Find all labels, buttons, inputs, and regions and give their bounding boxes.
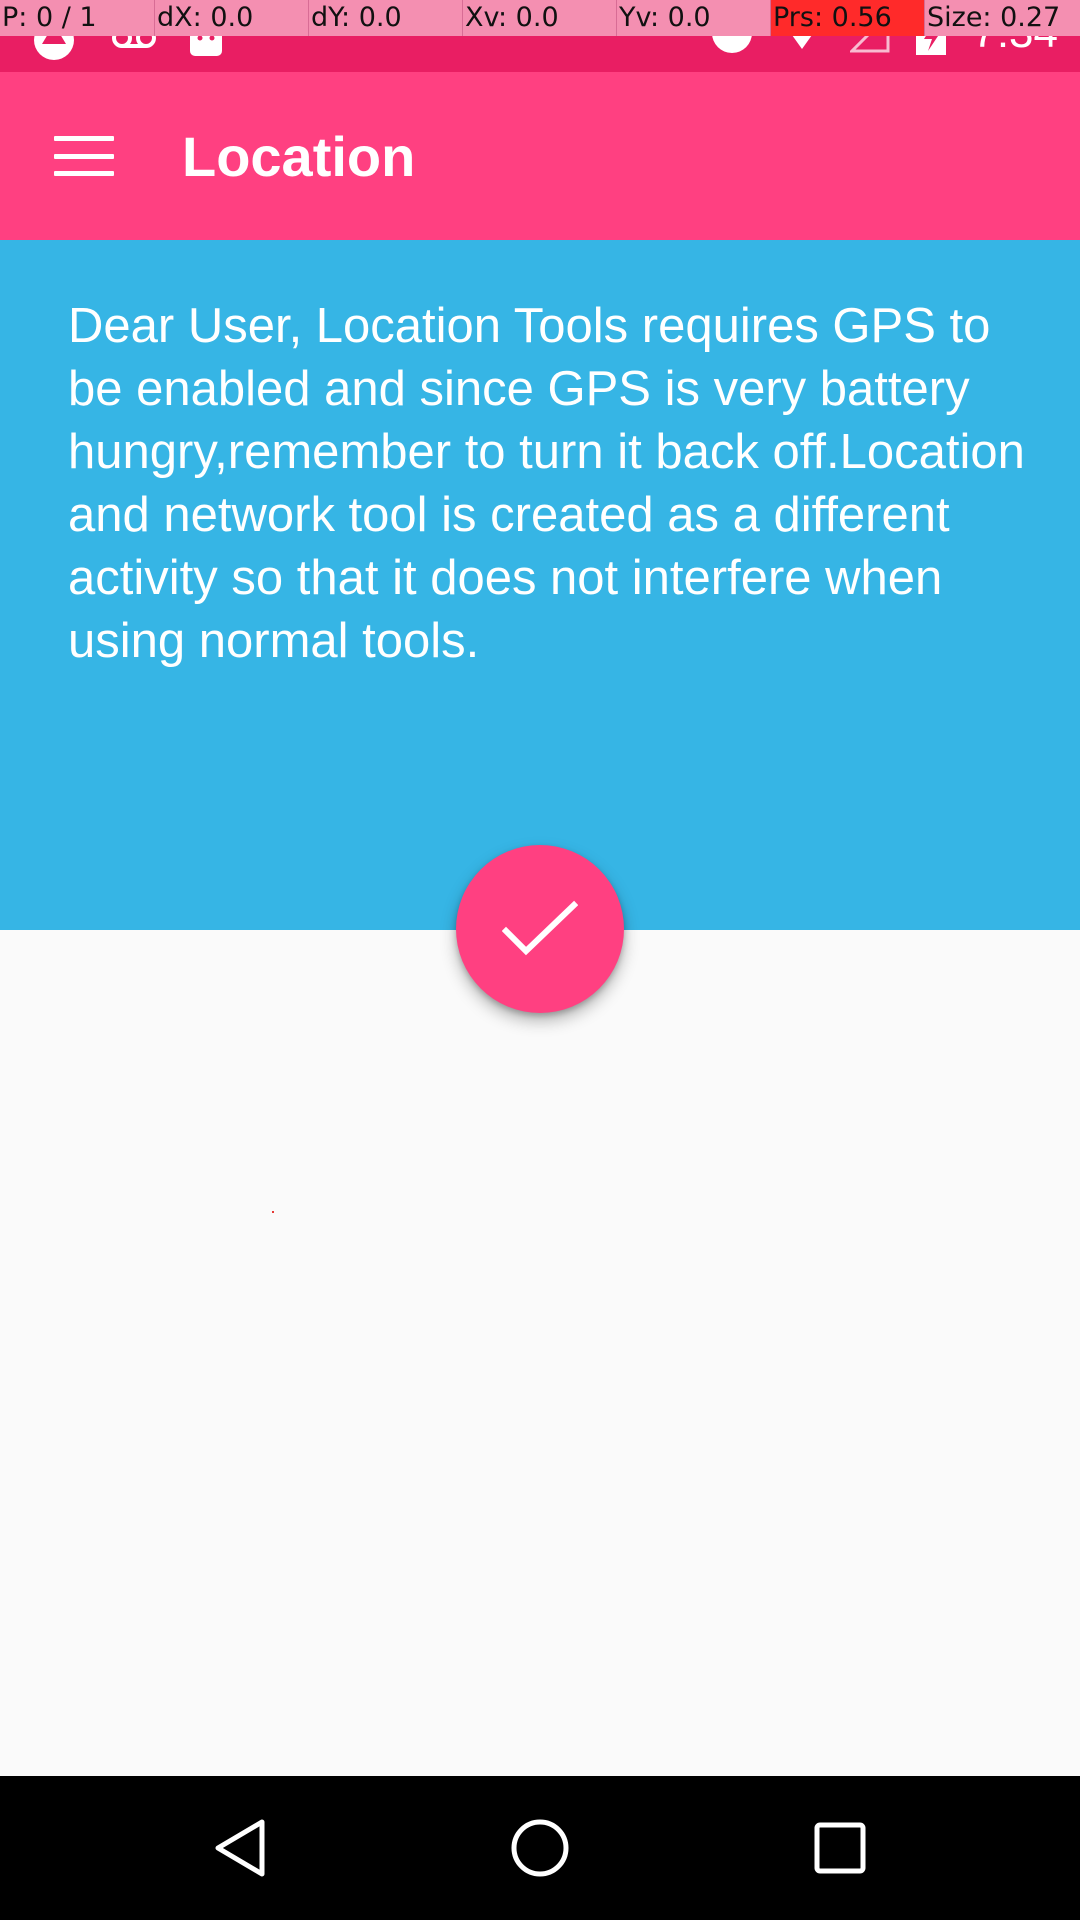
page-title: Location [182, 124, 416, 188]
debug-dx: dX: 0.0 [154, 0, 308, 36]
home-button[interactable] [470, 1776, 610, 1920]
info-message: Dear User, Location Tools requires GPS t… [68, 299, 1025, 668]
navigation-bar [0, 1776, 1080, 1920]
pointer-debug-strip: P: 0 / 1 dX: 0.0 dY: 0.0 Xv: 0.0 Yv: 0.0… [0, 0, 1080, 36]
touch-point-marker [272, 1211, 274, 1213]
info-panel: Dear User, Location Tools requires GPS t… [0, 240, 1080, 930]
app-bar: Location [0, 72, 1080, 240]
recents-button[interactable] [770, 1776, 910, 1920]
checkmark-icon [502, 900, 578, 956]
hamburger-menu-icon[interactable] [54, 136, 114, 176]
debug-size: Size: 0.27 [924, 0, 1078, 36]
debug-dy: dY: 0.0 [308, 0, 462, 36]
debug-pointer: P: 0 / 1 [2, 2, 97, 33]
back-button[interactable] [170, 1776, 310, 1920]
confirm-fab-button[interactable] [456, 845, 624, 1013]
recents-icon [814, 1822, 866, 1874]
debug-yv: Yv: 0.0 [616, 0, 770, 36]
status-bar: 7:34 P: 0 / 1 dX: 0.0 dY: 0.0 Xv: 0.0 Yv… [0, 0, 1080, 72]
home-icon [511, 1819, 569, 1877]
debug-prs: Prs: 0.56 [770, 0, 924, 36]
debug-xv: Xv: 0.0 [462, 0, 616, 36]
back-icon [215, 1819, 265, 1877]
